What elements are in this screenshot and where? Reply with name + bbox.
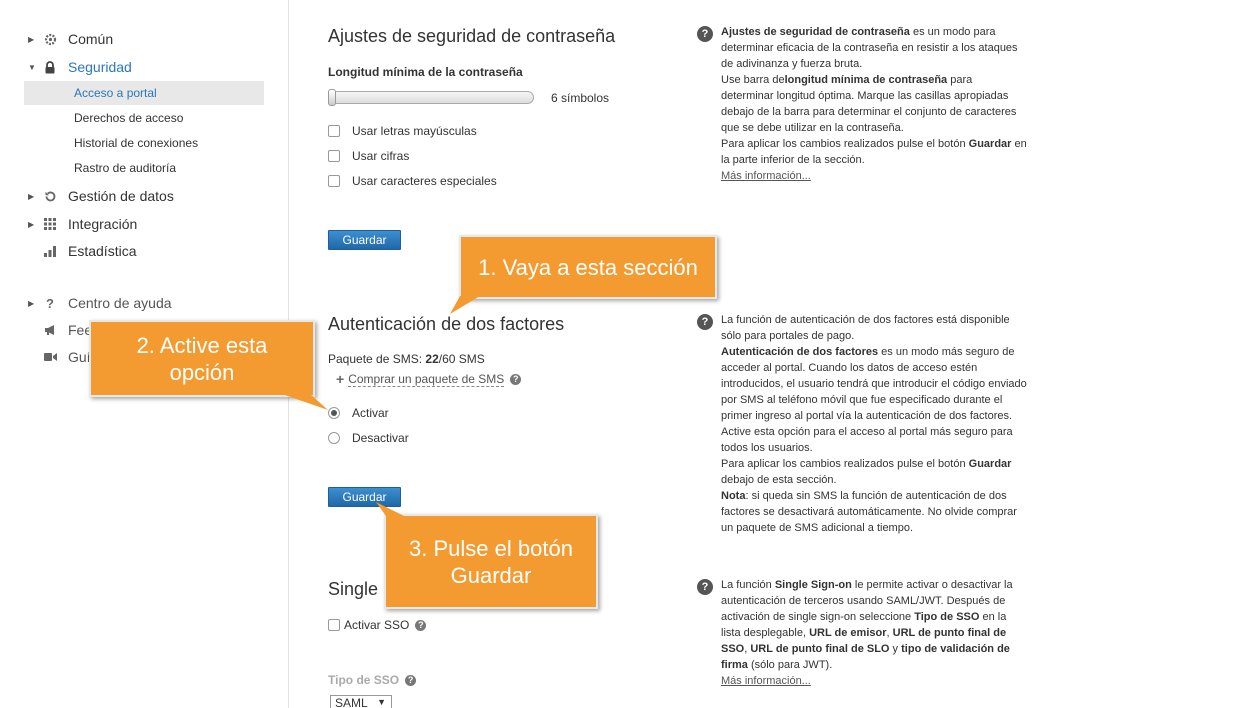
dropdown-arrow-icon: ▼ xyxy=(377,697,386,707)
expand-arrow-icon: ▶ xyxy=(28,219,35,229)
sso-type-select[interactable]: SAML ▼ xyxy=(330,695,392,708)
checkbox-label: Usar caracteres especiales xyxy=(352,174,497,188)
password-length-slider[interactable] xyxy=(328,91,534,104)
callout-tail xyxy=(282,394,328,410)
slider-handle[interactable] xyxy=(328,89,336,106)
uppercase-checkbox[interactable] xyxy=(328,125,340,137)
twofa-help-block: ? La función de autenticación de dos fac… xyxy=(697,312,1027,536)
lock-icon xyxy=(42,60,58,74)
sidebar-item-derechos-acceso[interactable]: Derechos de acceso xyxy=(24,106,264,130)
help-question-icon[interactable]: ? xyxy=(510,373,522,385)
digits-checkbox-row[interactable]: Usar cifras xyxy=(328,149,409,163)
checkbox-label: Usar letras mayúsculas xyxy=(352,124,477,138)
nav-label: Común xyxy=(68,31,114,47)
callout-go-to-section: 1. Vaya a esta sección xyxy=(459,235,717,299)
restore-icon xyxy=(42,189,58,203)
nav-item-feedback[interactable]: Fee xyxy=(28,320,92,340)
nav-item-gestion-datos[interactable]: ▶ Gestión de datos xyxy=(28,186,174,206)
nav-label: Integración xyxy=(68,216,138,232)
gear-icon xyxy=(42,32,58,46)
sidebar-item-rastro-auditoria[interactable]: Rastro de auditoría xyxy=(24,156,264,180)
help-icon: ? xyxy=(697,314,713,330)
sso-help-block: ? La función Single Sign-on le permite a… xyxy=(697,577,1027,689)
nav-label: Estadística xyxy=(68,243,137,259)
checkbox-label: Usar cifras xyxy=(352,149,410,163)
twofa-disable-radio[interactable] xyxy=(328,432,340,444)
special-chars-checkbox[interactable] xyxy=(328,175,340,187)
more-info-link[interactable]: Más información... xyxy=(721,170,811,182)
help-question-icon[interactable]: ? xyxy=(405,674,417,686)
sms-package-text: Paquete de SMS: 22/60 SMS xyxy=(328,352,485,366)
nav-label: Seguridad xyxy=(68,59,132,75)
nav-label: Gestión de datos xyxy=(68,188,174,204)
more-info-link[interactable]: Más información... xyxy=(721,675,811,687)
radio-label: Activar xyxy=(352,406,389,420)
sso-type-label: Tipo de SSO ? xyxy=(328,673,417,687)
question-icon: ? xyxy=(46,295,54,311)
nav-label: Centro de ayuda xyxy=(68,295,172,311)
callout-tail xyxy=(450,296,480,314)
nav-item-seguridad[interactable]: ▼ Seguridad xyxy=(28,57,132,77)
uppercase-checkbox-row[interactable]: Usar letras mayúsculas xyxy=(328,124,477,138)
password-help-block: ? Ajustes de seguridad de contraseña es … xyxy=(697,24,1027,184)
sso-enable-checkbox[interactable] xyxy=(328,619,340,631)
help-question-icon[interactable]: ? xyxy=(415,619,427,631)
radio-label: Desactivar xyxy=(352,431,409,445)
bar-chart-icon xyxy=(42,244,58,258)
sso-section-title: Single xyxy=(328,579,379,599)
expand-arrow-icon: ▶ xyxy=(28,191,35,201)
special-chars-checkbox-row[interactable]: Usar caracteres especiales xyxy=(328,174,497,188)
slider-value: 6 símbolos xyxy=(551,91,610,105)
buy-sms-link[interactable]: + Comprar un paquete de SMS ? xyxy=(336,371,522,387)
sso-enable-row[interactable]: Activar SSO ? xyxy=(328,618,427,632)
nav-item-guias[interactable]: Guí xyxy=(28,347,91,367)
video-icon xyxy=(42,350,58,364)
expand-arrow-icon: ▶ xyxy=(28,34,35,44)
twofa-enable-radio-row[interactable]: Activar xyxy=(328,406,389,420)
expand-arrow-icon: ▶ xyxy=(28,298,35,308)
sidebar-item-historial-conexiones[interactable]: Historial de conexiones xyxy=(24,131,264,155)
min-length-label: Longitud mínima de la contraseña xyxy=(328,65,523,79)
callout-tail xyxy=(376,502,404,516)
help-icon: ? xyxy=(697,26,713,42)
nav-item-centro-ayuda[interactable]: ▶ ? Centro de ayuda xyxy=(28,293,172,313)
password-save-button[interactable]: Guardar xyxy=(328,230,401,250)
nav-label: Guí xyxy=(68,349,91,365)
checkbox-label: Activar SSO xyxy=(344,618,410,632)
collapse-arrow-icon: ▼ xyxy=(28,62,36,72)
callout-activate-option: 2. Active esta opción xyxy=(89,320,315,397)
grid-icon xyxy=(42,217,58,231)
nav-item-integracion[interactable]: ▶ Integración xyxy=(28,214,137,234)
digits-checkbox[interactable] xyxy=(328,150,340,162)
sidebar-item-acceso-portal[interactable]: Acceso a portal xyxy=(24,81,264,105)
plus-icon: + xyxy=(336,371,345,387)
nav-item-estadistica[interactable]: Estadística xyxy=(28,241,136,261)
twofa-disable-radio-row[interactable]: Desactivar xyxy=(328,431,409,445)
password-section-title: Ajustes de seguridad de contraseña xyxy=(328,26,616,46)
nav-item-comun[interactable]: ▶ Común xyxy=(28,29,113,49)
megaphone-icon xyxy=(42,323,58,337)
callout-press-save: 3. Pulse el botón Guardar xyxy=(384,514,598,609)
twofa-section-title: Autenticación de dos factores xyxy=(328,314,565,334)
help-icon: ? xyxy=(697,579,713,595)
